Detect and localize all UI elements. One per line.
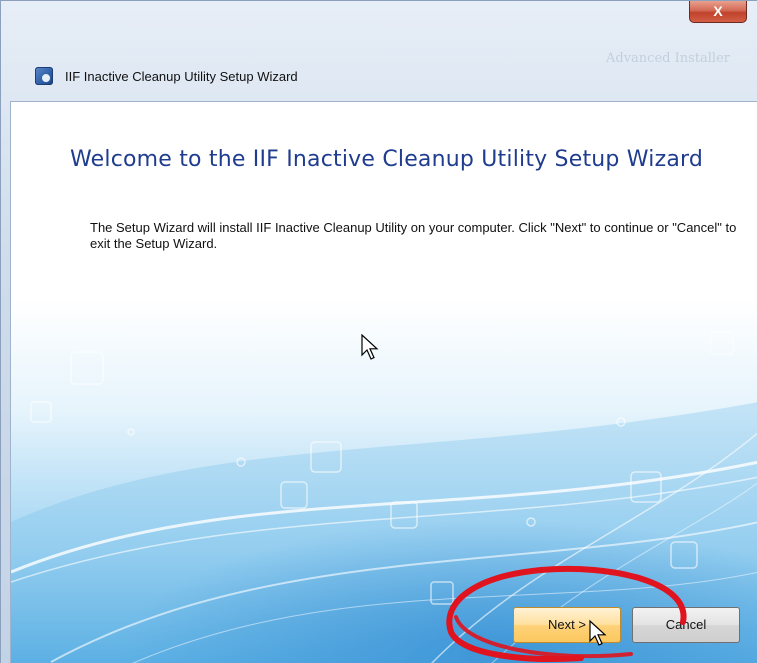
title-bar[interactable]: Advanced Installer IIF Inactive Cleanup … [1,1,757,101]
installer-disc-icon [35,67,53,85]
intro-text: The Setup Wizard will install IIF Inacti… [90,220,737,251]
mouse-pointer-icon [361,334,379,360]
cancel-button[interactable]: Cancel [632,607,740,643]
background-art [11,102,757,663]
page-title: Welcome to the IIF Inactive Cleanup Util… [70,147,704,172]
close-icon: X [713,3,723,19]
close-button[interactable]: X [689,1,747,23]
setup-wizard-window: Advanced Installer IIF Inactive Cleanup … [0,0,757,663]
window-title: IIF Inactive Cleanup Utility Setup Wizar… [65,69,298,84]
brand-watermark: Advanced Installer [606,51,730,66]
next-button[interactable]: Next > [513,607,621,643]
wizard-content: Welcome to the IIF Inactive Cleanup Util… [10,101,757,663]
